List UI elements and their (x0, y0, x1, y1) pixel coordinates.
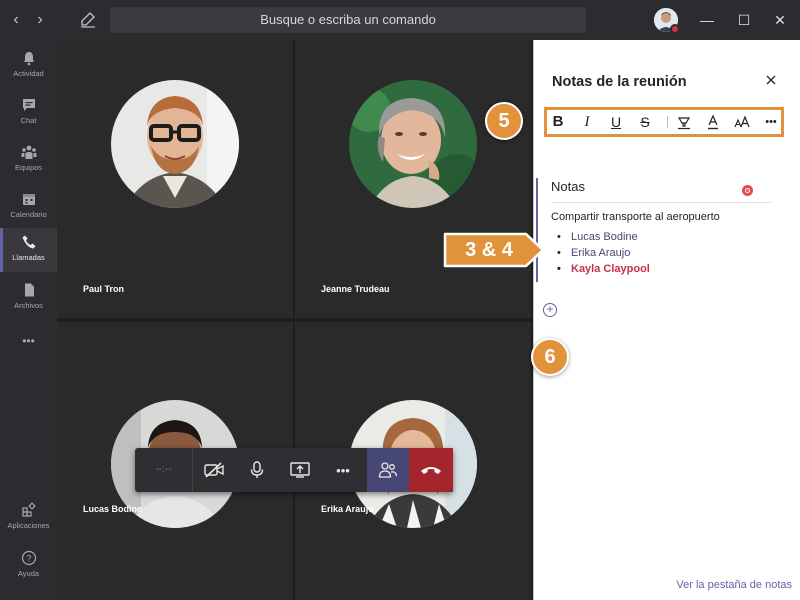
callout-badge: 5 (485, 102, 523, 140)
hang-up-button[interactable] (409, 448, 453, 492)
participants-icon (378, 462, 398, 478)
status-badge (670, 24, 680, 34)
callout-badge: 6 (531, 338, 569, 376)
participant-name: Paul Tron (83, 284, 125, 294)
participant-name: Jeanne Trudeau (321, 284, 390, 294)
phone-icon (22, 235, 35, 249)
minimize-icon[interactable]: — (697, 10, 717, 30)
close-icon[interactable] (764, 73, 778, 87)
rail-more-button[interactable]: ••• (0, 330, 57, 354)
camera-off-icon (204, 462, 224, 478)
section-title[interactable]: Notas (551, 179, 585, 194)
participant-video (111, 80, 239, 208)
teams-icon (21, 145, 36, 159)
note-bullet-list: Lucas Bodine Erika Araujo Kayla Claypool (557, 229, 650, 277)
meeting-notes-panel: Notas de la reunión B I U S ••• Notas Co… (533, 40, 800, 600)
participant-tile[interactable]: Jeanne Trudeau (295, 40, 531, 318)
call-controls: --:-- ••• (135, 448, 453, 492)
bell-icon (23, 52, 34, 66)
rail-item-archivos[interactable]: Archivos (0, 276, 57, 320)
rail-item-ayuda[interactable]: ? Ayuda (0, 544, 57, 588)
italic-button[interactable]: I (579, 114, 595, 130)
participants-button[interactable] (367, 448, 409, 492)
rail-label: Equipos (14, 163, 43, 172)
note-text[interactable]: Compartir transporte al aeropuerto (551, 211, 720, 223)
rail-item-aplicaciones[interactable]: Aplicaciones (0, 496, 57, 540)
participant-name: Erika Araujo (321, 504, 374, 514)
camera-off-button[interactable] (193, 448, 235, 492)
rail-label: Aplicaciones (7, 521, 50, 530)
rail-label: Llamadas (12, 253, 45, 262)
more-icon: ••• (22, 334, 35, 348)
font-color-button[interactable] (705, 114, 721, 130)
highlighter-icon (677, 117, 691, 130)
participant-tile[interactable]: Paul Tron (57, 40, 293, 318)
rail-item-llamadas[interactable]: Llamadas (0, 228, 57, 272)
search-input[interactable]: Busque o escriba un comando (110, 7, 586, 33)
forward-icon[interactable]: › (31, 11, 49, 29)
rail-item-calendario[interactable]: Calendario (0, 185, 57, 229)
share-screen-icon (290, 462, 310, 478)
list-item[interactable]: Lucas Bodine (557, 229, 650, 245)
chat-icon (22, 99, 35, 111)
rail-label: Chat (20, 116, 37, 125)
strikethrough-button[interactable]: S (637, 114, 653, 130)
list-item[interactable]: Erika Araujo (557, 245, 650, 261)
rail-item-actividad[interactable]: Actividad (0, 44, 57, 88)
rail-label: Archivos (14, 301, 43, 310)
participant-video (349, 80, 477, 208)
callout-label: 3 & 4 (465, 239, 513, 261)
close-window-icon[interactable]: ✕ (770, 10, 790, 30)
back-icon[interactable]: ‹ (7, 11, 25, 29)
maximize-icon[interactable]: ☐ (734, 10, 754, 30)
formatting-toolbar: B I U S ••• (544, 107, 784, 137)
rail-label: Actividad (13, 69, 44, 78)
hang-up-icon (421, 467, 441, 474)
video-grid: Paul Tron Jeanne Trudeau Lucas Bodine Er… (57, 40, 533, 600)
highlight-button[interactable] (676, 114, 692, 130)
font-size-button[interactable] (734, 114, 750, 130)
rail-label: Ayuda (17, 569, 40, 578)
share-screen-button[interactable] (279, 448, 321, 492)
section-divider (551, 202, 771, 203)
underline-button[interactable]: U (608, 114, 624, 130)
app-rail: Actividad Chat Equipos Calendario Llamad… (0, 40, 57, 600)
toolbar-divider (667, 116, 668, 128)
title-bar: ‹ › Busque o escriba un comando — ☐ ✕ (0, 0, 800, 40)
svg-text:?: ? (26, 554, 31, 564)
more-icon: ••• (336, 462, 350, 478)
more-formatting-button[interactable]: ••• (762, 114, 780, 130)
help-icon: ? (21, 550, 36, 566)
call-timer: --:-- (135, 448, 193, 492)
calendar-icon (22, 194, 35, 205)
rail-item-chat[interactable]: Chat (0, 91, 57, 135)
list-item[interactable]: Kayla Claypool (557, 261, 650, 277)
mic-button[interactable] (236, 448, 278, 492)
rail-label: Calendario (10, 210, 47, 219)
compose-icon[interactable] (78, 10, 98, 30)
font-color-icon (708, 114, 718, 130)
participant-name: Lucas Bodine (83, 504, 143, 514)
recording-icon (742, 185, 753, 196)
font-size-icon (734, 115, 750, 128)
notes-tab-link[interactable]: Ver la pestaña de notas (676, 579, 792, 591)
apps-icon (21, 502, 36, 517)
panel-title: Notas de la reunión (552, 74, 687, 90)
file-icon (24, 283, 34, 297)
callout-arrow-badge: 3 & 4 (442, 231, 546, 269)
rail-item-equipos[interactable]: Equipos (0, 138, 57, 182)
microphone-icon (250, 461, 264, 478)
more-actions-button[interactable]: ••• (322, 448, 364, 492)
add-section-button[interactable]: + (543, 303, 557, 317)
bold-button[interactable]: B (550, 114, 566, 130)
